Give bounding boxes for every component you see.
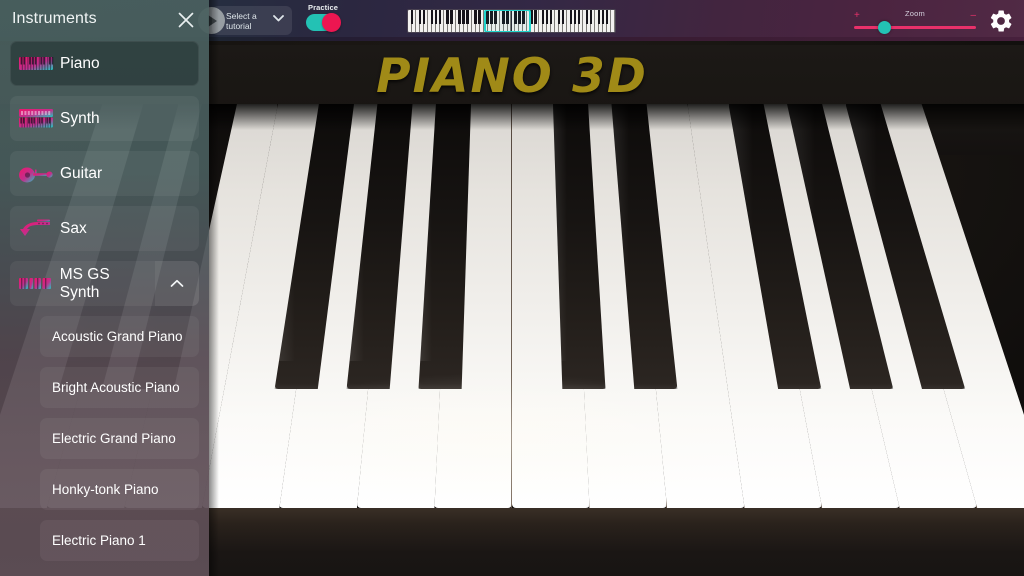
mini-black-key	[438, 10, 441, 24]
mini-white-key	[611, 10, 615, 32]
mini-black-key	[577, 10, 581, 24]
zoom-label: Zoom	[905, 9, 925, 18]
sidebar-edge-shadow	[209, 0, 219, 576]
guitar-icon	[16, 162, 56, 185]
synth-keyboard-icon	[16, 107, 56, 130]
saxophone-icon	[16, 217, 56, 240]
practice-toggle-group[interactable]: Practice	[303, 3, 343, 32]
sidebar-item-label: Piano	[60, 54, 100, 72]
submenu-item[interactable]: Acoustic Grand Piano	[40, 316, 199, 357]
mini-black-key	[557, 10, 561, 24]
mini-black-key	[546, 10, 549, 24]
close-icon	[178, 12, 194, 28]
mini-black-key	[422, 10, 426, 24]
close-button[interactable]	[177, 11, 195, 29]
tutorial-select[interactable]: Select a tutorial	[212, 6, 292, 35]
instrument-list: Piano Synth Guitar Sax MS GS Synth	[0, 41, 209, 306]
mini-black-key	[605, 10, 609, 24]
submenu-item-label: Electric Piano 1	[52, 533, 146, 548]
sidebar-header: Instruments	[0, 0, 209, 41]
practice-toggle[interactable]	[306, 13, 341, 32]
chevron-down-icon	[273, 15, 284, 22]
mini-black-key	[542, 10, 545, 24]
mini-black-key	[549, 10, 553, 24]
submenu-item-label: Honky-tonk Piano	[52, 482, 159, 497]
sidebar-item-ms-gs-synth[interactable]: MS GS Synth	[10, 261, 199, 306]
mini-black-key	[466, 10, 469, 24]
mini-black-key	[446, 10, 449, 24]
mini-black-key	[589, 10, 593, 24]
zoom-control[interactable]: + Zoom –	[852, 5, 978, 37]
mini-black-key	[569, 10, 573, 24]
submenu-item-label: Acoustic Grand Piano	[52, 329, 183, 344]
chevron-up-icon	[170, 279, 184, 287]
submenu-item[interactable]: Bright Acoustic Piano	[40, 367, 199, 408]
mini-black-key	[597, 10, 601, 24]
practice-label: Practice	[308, 3, 338, 12]
mini-black-key	[474, 10, 477, 24]
practice-toggle-knob	[322, 13, 341, 32]
instruments-sidebar: Instruments Piano Synth Guitar Sax MS GS Syn…	[0, 0, 209, 576]
zoom-out-icon[interactable]: –	[970, 11, 976, 21]
mini-black-key	[450, 10, 453, 24]
sidebar-item-label: Synth	[60, 109, 100, 127]
sidebar-item-piano[interactable]: Piano	[10, 41, 199, 86]
midi-icon	[16, 272, 56, 295]
mini-black-key	[430, 10, 434, 24]
submenu-item[interactable]: Electric Piano 1	[40, 520, 199, 561]
gear-icon	[990, 10, 1012, 32]
mini-black-key	[573, 10, 577, 24]
mini-black-key	[585, 10, 589, 24]
mini-black-key	[601, 10, 605, 24]
piano-3d-app: PIANO 3D Select a tutorial Practice + Zo…	[0, 0, 1024, 576]
sidebar-item-label: MS GS Synth	[59, 265, 110, 301]
piano-keyboard-icon	[16, 52, 56, 75]
sidebar-item-synth[interactable]: Synth	[10, 96, 199, 141]
mini-black-key	[458, 10, 461, 24]
settings-button[interactable]	[988, 8, 1014, 34]
submenu-item[interactable]: Honky-tonk Piano	[40, 469, 199, 510]
sidebar-title: Instruments	[12, 10, 97, 27]
zoom-slider-thumb[interactable]	[877, 21, 891, 34]
tutorial-select-label: Select a tutorial	[226, 11, 257, 31]
keyboard-range-overview[interactable]	[407, 9, 616, 33]
zoom-slider-track[interactable]	[854, 26, 976, 29]
sidebar-item-label: Sax	[60, 219, 87, 237]
submenu-item-label: Bright Acoustic Piano	[52, 380, 180, 395]
mini-black-key	[534, 10, 537, 24]
sidebar-item-guitar[interactable]: Guitar	[10, 151, 199, 196]
mini-black-key	[561, 10, 565, 24]
sidebar-item-label: Guitar	[60, 164, 103, 182]
submenu-item[interactable]: Electric Grand Piano	[40, 418, 199, 459]
mini-black-key	[410, 10, 414, 24]
mini-black-key	[478, 10, 481, 24]
instrument-submenu-list: Acoustic Grand Piano Bright Acoustic Pian…	[0, 316, 209, 561]
submenu-item-label: Electric Grand Piano	[52, 431, 176, 446]
mini-black-key	[462, 10, 465, 24]
expand-collapse-button[interactable]	[155, 261, 199, 306]
mini-black-key	[418, 10, 422, 24]
sidebar-item-sax[interactable]: Sax	[10, 206, 199, 251]
keyboard-range-selection[interactable]	[483, 10, 532, 32]
mini-black-key	[434, 10, 437, 24]
